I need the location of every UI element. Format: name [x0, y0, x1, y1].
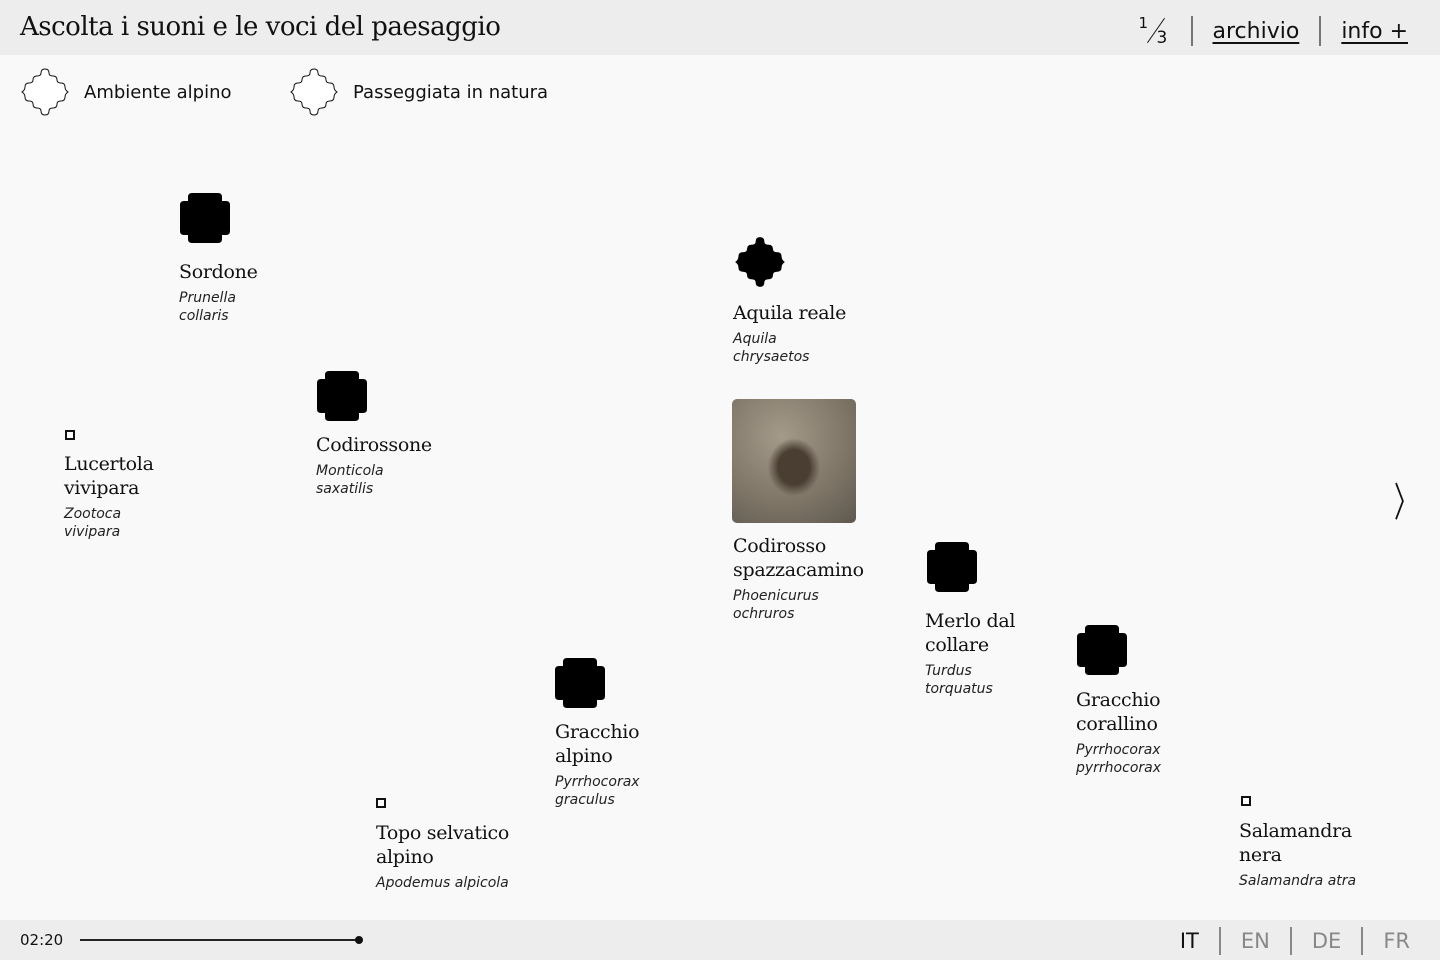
- species-item[interactable]: Topo selvatico alpino Apodemus alpicola: [376, 821, 536, 892]
- species-item[interactable]: Lucertola vivipara Zootoca vivipara: [64, 452, 164, 541]
- species-item[interactable]: Codirossone Monticola saxatilis: [316, 433, 476, 498]
- bird-photo[interactable]: [732, 399, 856, 523]
- square-icon[interactable]: [1241, 796, 1251, 806]
- divider: [1289, 927, 1292, 955]
- species-item[interactable]: Merlo dal collare Turdus torquatus: [925, 609, 1025, 698]
- playback-time: 02:20: [20, 931, 64, 949]
- top-nav: 1 3 archivio info +: [1137, 14, 1408, 48]
- progress-handle[interactable]: [355, 936, 363, 944]
- wavy-diamond-outline-icon: [290, 68, 338, 116]
- divider: [1218, 927, 1221, 955]
- species-latin: Apodemus alpicola: [376, 875, 509, 891]
- legend-passeggiata-in-natura[interactable]: Passeggiata in natura: [289, 67, 548, 117]
- legend-label: Ambiente alpino: [84, 81, 232, 103]
- info-link[interactable]: info +: [1341, 19, 1408, 44]
- divider: [1319, 16, 1322, 46]
- species-item[interactable]: Sordone Prunella collaris: [179, 260, 289, 325]
- species-name: Salamandra nera: [1239, 820, 1352, 866]
- header: Ascolta i suoni e le voci del paesaggio …: [0, 0, 1440, 55]
- blob-icon[interactable]: [317, 371, 367, 421]
- square-icon[interactable]: [65, 430, 75, 440]
- species-latin: Monticola saxatilis: [316, 463, 384, 497]
- page-indicator: 1 3: [1137, 14, 1171, 48]
- species-name: Aquila reale: [733, 302, 847, 324]
- species-item[interactable]: Salamandra nera Salamandra atra: [1239, 819, 1379, 890]
- species-name: Gracchio alpino: [555, 721, 640, 767]
- species-name: Codirossone: [316, 434, 432, 456]
- audio-player: 02:20 IT EN DE FR: [0, 920, 1440, 960]
- blob-icon[interactable]: [555, 658, 605, 708]
- species-item[interactable]: Gracchio corallino Pyrrhocorax pyrrhocora…: [1076, 688, 1176, 777]
- legend-label: Passeggiata in natura: [353, 81, 549, 103]
- species-name: Gracchio corallino: [1076, 689, 1161, 735]
- species-name: Merlo dal collare: [925, 610, 1016, 656]
- archive-link[interactable]: archivio: [1213, 19, 1300, 44]
- species-latin: Aquila chrysaetos: [733, 331, 810, 365]
- species-latin: Salamandra atra: [1239, 873, 1357, 889]
- blob-icon[interactable]: [927, 542, 977, 592]
- lang-en[interactable]: EN: [1241, 929, 1270, 953]
- wavy-diamond-outline-icon: [21, 68, 69, 116]
- divider: [1190, 16, 1193, 46]
- species-name: Codirosso spazzacamino: [733, 535, 864, 581]
- species-latin: Phoenicurus ochruros: [733, 588, 819, 622]
- species-item[interactable]: Codirosso spazzacamino Phoenicurus ochrur…: [733, 534, 873, 623]
- language-switcher: IT EN DE FR: [1180, 927, 1410, 955]
- diamond-icon[interactable]: [733, 235, 787, 289]
- lang-fr[interactable]: FR: [1383, 929, 1410, 953]
- page-title: Ascolta i suoni e le voci del paesaggio: [20, 12, 501, 42]
- page-current: 1: [1138, 14, 1149, 32]
- progress-track[interactable]: [80, 939, 360, 941]
- species-name: Sordone: [179, 261, 258, 283]
- species-latin: Zootoca vivipara: [64, 506, 122, 540]
- species-name: Topo selvatico alpino: [376, 822, 510, 868]
- species-item[interactable]: Gracchio alpino Pyrrhocorax graculus: [555, 720, 655, 809]
- species-latin: Pyrrhocorax pyrrhocorax: [1076, 742, 1162, 776]
- species-latin: Prunella collaris: [179, 290, 236, 324]
- lang-de[interactable]: DE: [1312, 929, 1341, 953]
- divider: [1361, 927, 1364, 955]
- lang-it[interactable]: IT: [1180, 929, 1199, 953]
- species-latin: Pyrrhocorax graculus: [555, 774, 640, 808]
- species-item[interactable]: Aquila reale Aquila chrysaetos: [733, 301, 893, 366]
- next-page-chevron-icon[interactable]: 〉: [1394, 470, 1418, 528]
- species-latin: Turdus torquatus: [925, 663, 993, 697]
- legend-ambiente-alpino[interactable]: Ambiente alpino: [20, 67, 232, 117]
- species-name: Lucertola vivipara: [64, 453, 154, 499]
- page-total: 3: [1156, 28, 1168, 48]
- blob-icon[interactable]: [1077, 625, 1127, 675]
- square-icon[interactable]: [376, 798, 386, 808]
- blob-icon[interactable]: [180, 193, 230, 243]
